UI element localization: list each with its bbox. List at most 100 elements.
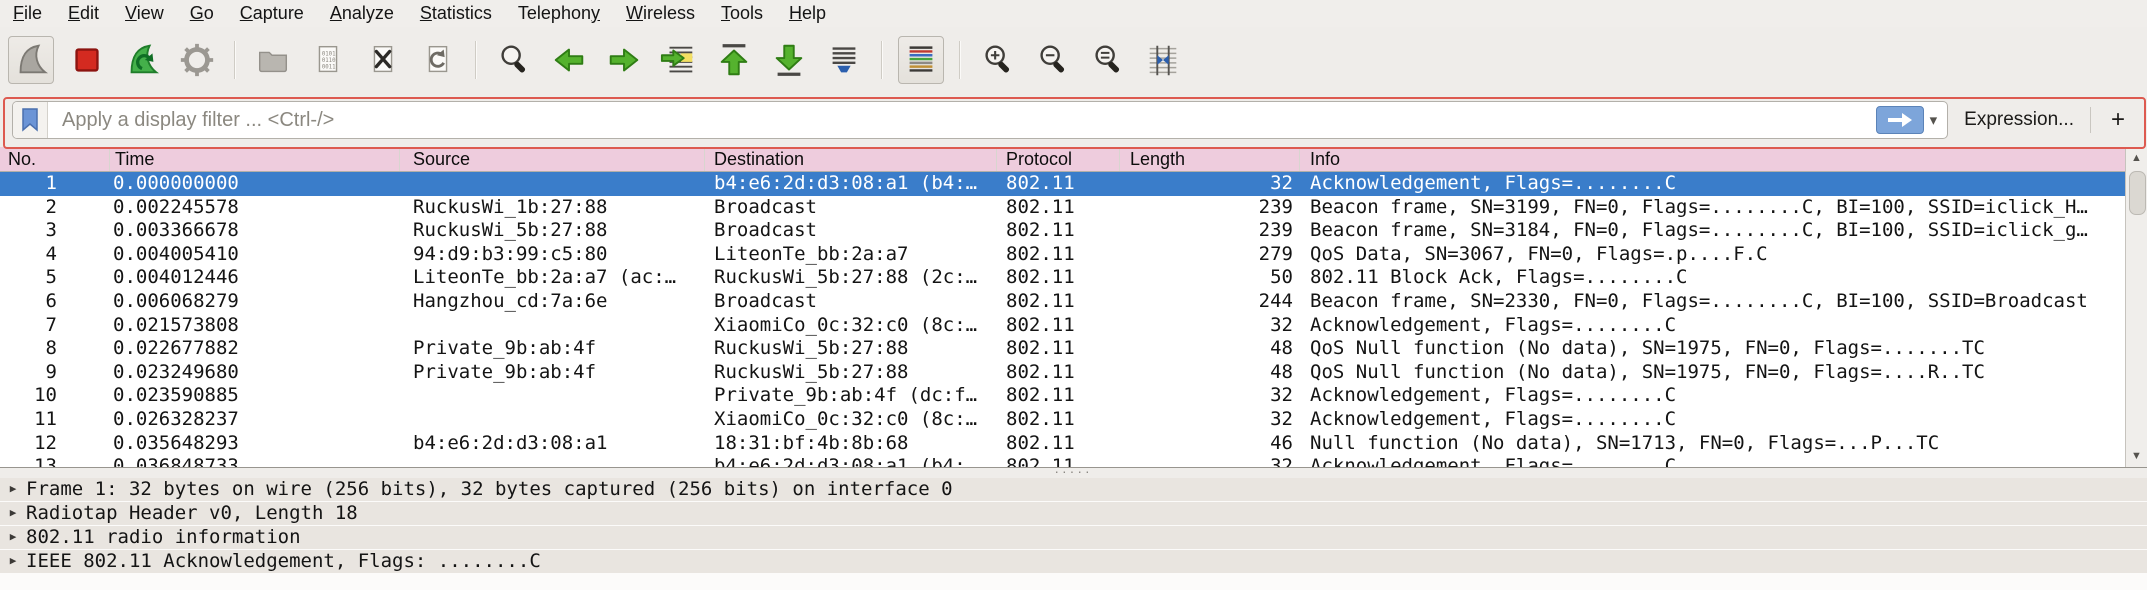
find-packet-button[interactable] (492, 37, 536, 83)
go-to-packet-icon (660, 41, 698, 79)
expand-arrow-icon[interactable]: ▶ (0, 550, 26, 573)
display-filter-input[interactable]: Apply a display filter ... <Ctrl-/> ▾ (12, 101, 1948, 139)
apply-filter-button[interactable] (1876, 106, 1924, 134)
packet-row[interactable]: 10.000000000b4:e6:2d:d3:08:a1 (b4:…802.1… (0, 172, 2125, 196)
scroll-down-icon[interactable]: ▼ (2126, 445, 2147, 467)
cell-destination: Broadcast (705, 290, 997, 314)
packet-row[interactable]: 80.022677882Private_9b:ab:4fRuckusWi_5b:… (0, 337, 2125, 361)
zoom-in-icon (979, 41, 1017, 79)
packet-details: ▶Frame 1: 32 bytes on wire (256 bits), 3… (0, 478, 2147, 573)
restart-capture-button[interactable] (120, 37, 164, 83)
packet-row[interactable]: 40.00400541094:d9:b3:99:c5:80LiteonTe_bb… (0, 243, 2125, 267)
menu-item-wireless[interactable]: Wireless (613, 0, 708, 27)
stop-capture-button[interactable] (65, 37, 109, 83)
cell-protocol: 802.11 (997, 384, 1120, 408)
pane-splitter[interactable]: ····· (0, 468, 2147, 478)
column-header-source[interactable]: Source (400, 147, 705, 171)
zoom-out-button[interactable] (1031, 37, 1075, 83)
cell-time: 0.004012446 (110, 266, 400, 290)
vertical-scrollbar[interactable]: ▲ ▼ (2125, 147, 2147, 467)
packet-row[interactable]: 120.035648293b4:e6:2d:d3:08:a118:31:bf:4… (0, 432, 2125, 456)
go-first-button[interactable] (712, 37, 756, 83)
cell-time: 0.026328237 (110, 408, 400, 432)
column-header-no[interactable]: No. (0, 147, 110, 171)
close-file-button[interactable] (361, 37, 405, 83)
cell-info: Acknowledgement, Flags=........C (1300, 455, 2125, 467)
detail-row[interactable]: ▶Frame 1: 32 bytes on wire (256 bits), 3… (0, 478, 2147, 501)
menu-item-statistics[interactable]: Statistics (407, 0, 505, 27)
cell-protocol: 802.11 (997, 266, 1120, 290)
cell-source (400, 455, 705, 467)
save-file-button[interactable]: 010101100011 (306, 37, 350, 83)
cell-time: 0.004005410 (110, 243, 400, 267)
cell-source: b4:e6:2d:d3:08:a1 (400, 432, 705, 456)
go-last-button[interactable] (767, 37, 811, 83)
menu-item-analyze[interactable]: Analyze (317, 0, 407, 27)
column-header-info[interactable]: Info (1300, 147, 2125, 171)
menu-item-view[interactable]: View (112, 0, 177, 27)
filter-dropdown-caret[interactable]: ▾ (1930, 111, 1938, 129)
svg-text:0011: 0011 (322, 65, 336, 71)
packet-row[interactable]: 110.026328237XiaomiCo_0c:32:c0 (8c:…802.… (0, 408, 2125, 432)
cell-no: 2 (0, 196, 110, 220)
expand-arrow-icon[interactable]: ▶ (0, 526, 26, 549)
detail-row[interactable]: ▶802.11 radio information (0, 526, 2147, 549)
menu-item-tools[interactable]: Tools (708, 0, 776, 27)
column-header-destination[interactable]: Destination (705, 147, 997, 171)
column-header-protocol[interactable]: Protocol (997, 147, 1120, 171)
menu-item-file[interactable]: File (0, 0, 55, 27)
detail-row[interactable]: ▶Radiotap Header v0, Length 18 (0, 502, 2147, 525)
cell-source: RuckusWi_1b:27:88 (400, 196, 705, 220)
packet-row[interactable]: 60.006068279Hangzhou_cd:7a:6eBroadcast80… (0, 290, 2125, 314)
svg-text:0110: 0110 (322, 58, 336, 64)
filter-bookmark-button[interactable] (13, 102, 48, 138)
cell-info: Beacon frame, SN=2330, FN=0, Flags=.....… (1300, 290, 2125, 314)
packet-row[interactable]: 50.004012446LiteonTe_bb:2a:a7 (ac:…Rucku… (0, 266, 2125, 290)
capture-options-button[interactable] (175, 37, 219, 83)
cell-protocol: 802.11 (997, 361, 1120, 385)
cell-protocol: 802.11 (997, 408, 1120, 432)
add-filter-button[interactable]: + (2107, 106, 2135, 134)
start-capture-button[interactable] (8, 36, 54, 84)
packet-row[interactable]: 30.003366678RuckusWi_5b:27:88Broadcast80… (0, 219, 2125, 243)
menu-item-capture[interactable]: Capture (227, 0, 317, 27)
reload-file-button[interactable] (416, 37, 460, 83)
cell-destination: RuckusWi_5b:27:88 (705, 361, 997, 385)
go-forward-button[interactable] (602, 37, 646, 83)
go-back-icon (550, 41, 588, 79)
column-header-time[interactable]: Time (110, 147, 400, 171)
colorize-button[interactable] (898, 36, 944, 84)
zoom-in-button[interactable] (976, 37, 1020, 83)
menu-item-edit[interactable]: Edit (55, 0, 112, 27)
menu-item-help[interactable]: Help (776, 0, 839, 27)
packet-row[interactable]: 20.002245578RuckusWi_1b:27:88Broadcast80… (0, 196, 2125, 220)
apply-arrow-icon (1886, 112, 1914, 128)
go-back-button[interactable] (547, 37, 591, 83)
cell-length: 32 (1120, 172, 1300, 196)
packet-row[interactable]: 70.021573808XiaomiCo_0c:32:c0 (8c:…802.1… (0, 314, 2125, 338)
go-to-packet-button[interactable] (657, 37, 701, 83)
detail-row[interactable]: ▶IEEE 802.11 Acknowledgement, Flags: ...… (0, 550, 2147, 573)
scrollbar-thumb[interactable] (2129, 171, 2146, 215)
packet-row[interactable]: 100.023590885Private_9b:ab:4f (dc:f…802.… (0, 384, 2125, 408)
packet-list: 10.000000000b4:e6:2d:d3:08:a1 (b4:…802.1… (0, 172, 2125, 467)
zoom-reset-button[interactable] (1086, 37, 1130, 83)
expression-button[interactable]: Expression... (1964, 109, 2074, 131)
auto-scroll-button[interactable] (822, 37, 866, 83)
expand-arrow-icon[interactable]: ▶ (0, 502, 26, 525)
packet-row[interactable]: 90.023249680Private_9b:ab:4fRuckusWi_5b:… (0, 361, 2125, 385)
scroll-up-icon[interactable]: ▲ (2126, 147, 2147, 169)
column-header-length[interactable]: Length (1120, 147, 1300, 171)
cell-destination: XiaomiCo_0c:32:c0 (8c:… (705, 314, 997, 338)
open-file-button[interactable] (251, 37, 295, 83)
expand-arrow-icon[interactable]: ▶ (0, 478, 26, 501)
stop-capture-icon (68, 41, 106, 79)
menu-item-telephony[interactable]: Telephony (505, 0, 613, 27)
resize-columns-button[interactable] (1141, 37, 1185, 83)
colorize-icon (902, 41, 940, 79)
filter-toolbar: Apply a display filter ... <Ctrl-/> ▾ Ex… (0, 93, 2147, 147)
cell-destination: Broadcast (705, 196, 997, 220)
menu-item-go[interactable]: Go (177, 0, 227, 27)
cell-protocol: 802.11 (997, 172, 1120, 196)
cell-info: Null function (No data), SN=1713, FN=0, … (1300, 432, 2125, 456)
